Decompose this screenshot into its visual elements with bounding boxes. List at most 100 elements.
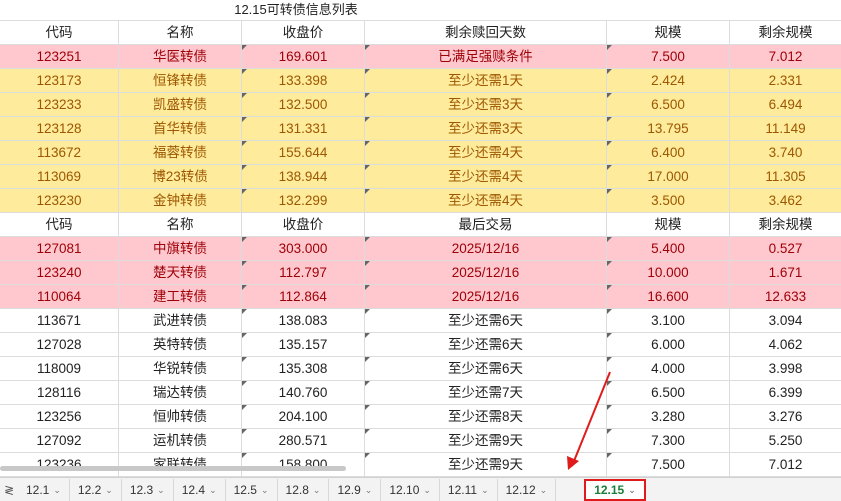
cell-name[interactable]: 建工转债 [119,285,242,308]
cell-scale[interactable]: 7.500 [607,453,730,476]
chevron-down-icon[interactable]: ⌄ [261,479,269,501]
cell-close-price[interactable]: 135.157 [242,333,365,356]
chevron-down-icon[interactable]: ⌄ [423,479,431,501]
cell-remaining-scale[interactable]: 12.633 [730,285,841,308]
sheet-tab-12-4[interactable]: 12.4 ⌄ [174,478,226,501]
cell-scale[interactable]: 5.400 [607,237,730,260]
header-code[interactable]: 代码 [0,213,119,236]
cell-scale[interactable]: 3.100 [607,309,730,332]
cell-name[interactable]: 家联转债 [119,453,242,476]
cell-remaining-scale[interactable]: 3.740 [730,141,841,164]
chevron-down-icon[interactable]: ⌄ [540,479,548,501]
cell-code[interactable]: 123233 [0,93,119,116]
cell-scale[interactable]: 6.500 [607,381,730,404]
cell-days-or-last-trade[interactable]: 至少还需7天 [365,381,607,404]
cell-scale[interactable]: 3.500 [607,189,730,212]
cell-close-price[interactable]: 204.100 [242,405,365,428]
cell-close-price[interactable]: 132.500 [242,93,365,116]
cell-days-or-last-trade[interactable]: 至少还需4天 [365,141,607,164]
cell-scale[interactable]: 7.500 [607,45,730,68]
cell-name[interactable]: 瑞达转债 [119,381,242,404]
cell-days-or-last-trade[interactable]: 2025/12/16 [365,261,607,284]
cell-name[interactable]: 运机转债 [119,429,242,452]
cell-name[interactable]: 福蓉转债 [119,141,242,164]
sheet-tab-12-11[interactable]: 12.11 ⌄ [440,478,498,501]
cell-days-or-last-trade[interactable]: 至少还需6天 [365,333,607,356]
header-days-or-last-trade[interactable]: 最后交易 [365,213,607,236]
cell-name[interactable]: 中旗转债 [119,237,242,260]
cell-days-or-last-trade[interactable]: 至少还需6天 [365,357,607,380]
cell-remaining-scale[interactable]: 5.250 [730,429,841,452]
cell-code[interactable]: 127092 [0,429,119,452]
cell-remaining-scale[interactable]: 7.012 [730,453,841,476]
cell-days-or-last-trade[interactable]: 至少还需4天 [365,189,607,212]
cell-days-or-last-trade[interactable]: 至少还需1天 [365,69,607,92]
chevron-down-icon[interactable]: ⌄ [209,479,217,501]
cell-name[interactable]: 英特转债 [119,333,242,356]
cell-remaining-scale[interactable]: 3.276 [730,405,841,428]
cell-days-or-last-trade[interactable]: 已满足强赎条件 [365,45,607,68]
cell-close-price[interactable]: 112.864 [242,285,365,308]
sheet-tab-12-1[interactable]: 12.1 ⌄ [18,478,70,501]
sheet-tab-12-5[interactable]: 12.5 ⌄ [226,478,278,501]
cell-days-or-last-trade[interactable]: 2025/12/16 [365,285,607,308]
sheet-tab-12-12[interactable]: 12.12 ⌄ [498,478,557,501]
chevron-down-icon[interactable]: ⌄ [53,479,61,501]
chevron-down-icon[interactable]: ⌄ [365,479,373,501]
header-remaining-scale[interactable]: 剩余规模 [730,213,841,236]
cell-close-price[interactable]: 132.299 [242,189,365,212]
cell-name[interactable]: 凯盛转债 [119,93,242,116]
cell-close-price[interactable]: 133.398 [242,69,365,92]
sheet-tab-12-15[interactable]: 12.15 ⌄ [584,478,646,501]
cell-code[interactable]: 110064 [0,285,119,308]
sheet-tab-12-9[interactable]: 12.9 ⌄ [329,478,382,501]
cell-name[interactable]: 恒帅转债 [119,405,242,428]
header-code[interactable]: 代码 [0,21,119,44]
cell-scale[interactable]: 7.300 [607,429,730,452]
cell-days-or-last-trade[interactable]: 至少还需3天 [365,93,607,116]
cell-code[interactable]: 127028 [0,333,119,356]
cell-remaining-scale[interactable]: 3.462 [730,189,841,212]
cell-name[interactable]: 华锐转债 [119,357,242,380]
cell-scale[interactable]: 3.280 [607,405,730,428]
cell-code[interactable]: 123251 [0,45,119,68]
cell-code[interactable]: 123230 [0,189,119,212]
sheet-tab-12-2[interactable]: 12.2 ⌄ [70,478,122,501]
chevron-down-icon[interactable]: ⌄ [628,479,636,501]
cell-remaining-scale[interactable]: 7.012 [730,45,841,68]
cell-days-or-last-trade[interactable]: 至少还需9天 [365,453,607,476]
cell-scale[interactable]: 10.000 [607,261,730,284]
sheet-tab-12-8[interactable]: 12.8 ⌄ [278,478,330,501]
cell-remaining-scale[interactable]: 11.149 [730,117,841,140]
cell-remaining-scale[interactable]: 4.062 [730,333,841,356]
cell-code[interactable]: 123240 [0,261,119,284]
cell-scale[interactable]: 6.000 [607,333,730,356]
header-scale[interactable]: 规模 [607,21,730,44]
cell-scale[interactable]: 13.795 [607,117,730,140]
cell-code[interactable]: 123236 [0,453,119,476]
cell-remaining-scale[interactable]: 1.671 [730,261,841,284]
sheet-tab-12-10[interactable]: 12.10 ⌄ [381,478,440,501]
cell-scale[interactable]: 6.400 [607,141,730,164]
cell-name[interactable]: 楚天转债 [119,261,242,284]
cell-name[interactable]: 首华转债 [119,117,242,140]
cell-remaining-scale[interactable]: 0.527 [730,237,841,260]
cell-remaining-scale[interactable]: 3.998 [730,357,841,380]
sheet-title[interactable]: 12.15可转债信息列表 [0,0,586,20]
cell-close-price[interactable]: 303.000 [242,237,365,260]
header-days-or-last-trade[interactable]: 剩余赎回天数 [365,21,607,44]
chevron-down-icon[interactable]: ⌄ [313,479,321,501]
cell-code[interactable]: 123173 [0,69,119,92]
cell-days-or-last-trade[interactable]: 至少还需3天 [365,117,607,140]
cell-code[interactable]: 123128 [0,117,119,140]
cell-days-or-last-trade[interactable]: 2025/12/16 [365,237,607,260]
cell-scale[interactable]: 4.000 [607,357,730,380]
cell-code[interactable]: 113672 [0,141,119,164]
cell-code[interactable]: 118009 [0,357,119,380]
cell-close-price[interactable]: 138.944 [242,165,365,188]
cell-name[interactable]: 武进转债 [119,309,242,332]
chevron-down-icon[interactable]: ⌄ [481,479,489,501]
cell-close-price[interactable]: 112.797 [242,261,365,284]
header-remaining-scale[interactable]: 剩余规模 [730,21,841,44]
cell-scale[interactable]: 17.000 [607,165,730,188]
